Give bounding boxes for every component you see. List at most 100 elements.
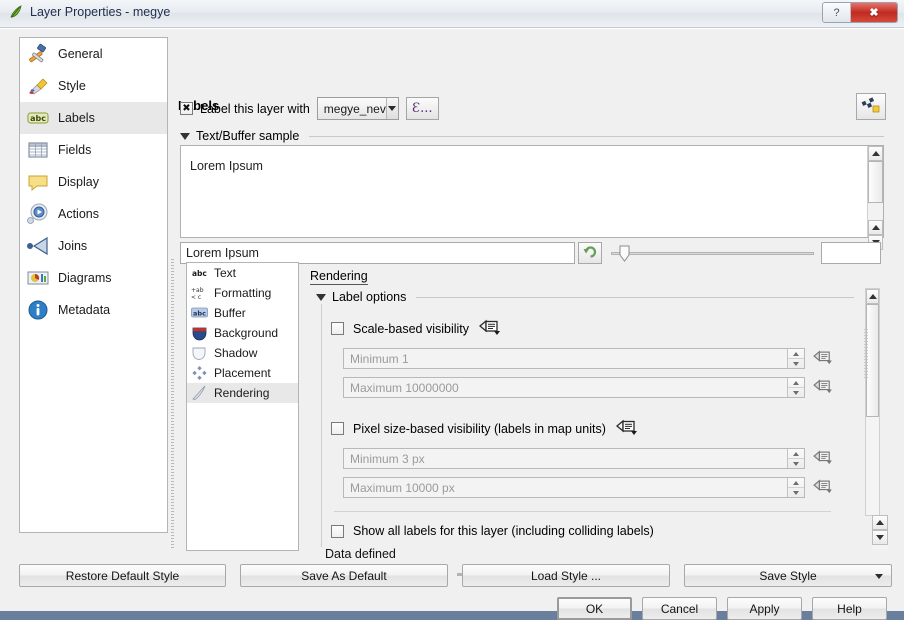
spin-up-button[interactable]	[788, 378, 804, 388]
sidebar-label: Metadata	[58, 303, 111, 317]
right-splitter-handle[interactable]	[864, 329, 868, 379]
sample-value-box[interactable]	[821, 242, 881, 264]
spinner-buttons[interactable]	[787, 449, 804, 468]
spin-down-button[interactable]	[788, 359, 804, 368]
scroll-up-button[interactable]	[866, 289, 879, 304]
pixel-size-visibility-checkbox[interactable]	[331, 422, 344, 435]
scrollbar-thumb[interactable]	[868, 161, 883, 203]
spin-up-button[interactable]	[788, 349, 804, 359]
hammer-icon	[26, 42, 50, 66]
spin-up-button[interactable]	[788, 478, 804, 488]
spin-down-button[interactable]	[788, 459, 804, 468]
data-defined-icon[interactable]	[812, 478, 834, 497]
chevron-down-icon[interactable]	[875, 574, 883, 579]
spinner-buttons[interactable]	[787, 349, 804, 368]
outer-scrollbar[interactable]	[872, 515, 888, 549]
tab-placement[interactable]: Placement	[187, 363, 298, 383]
spin-down-button[interactable]	[788, 488, 804, 497]
tab-label: Rendering	[214, 386, 270, 400]
spinner-buttons[interactable]	[787, 378, 804, 397]
scale-based-visibility-checkbox[interactable]	[331, 322, 344, 335]
show-all-labels-checkbox[interactable]	[331, 524, 344, 538]
pixel-minimum-placeholder: Minimum 3 px	[350, 451, 425, 466]
svg-text:abc: abc	[30, 114, 46, 123]
svg-text:< c: < c	[191, 294, 201, 301]
tab-background[interactable]: Background	[187, 323, 298, 343]
shield-icon	[191, 325, 208, 341]
save-style-button[interactable]: Save Style	[684, 564, 892, 587]
sidebar-item-general[interactable]: General	[20, 38, 167, 70]
data-defined-icon[interactable]	[812, 349, 834, 368]
tab-rendering[interactable]: Rendering	[187, 383, 298, 403]
help-button[interactable]: Help	[812, 597, 887, 620]
spin-up-button[interactable]	[788, 449, 804, 459]
tab-formatting[interactable]: +ab < c Formatting	[187, 283, 298, 303]
apply-button[interactable]: Apply	[727, 597, 802, 620]
slider-groove	[611, 252, 814, 255]
tab-text[interactable]: abc Text	[187, 263, 298, 283]
label-this-layer-checkbox[interactable]	[180, 102, 193, 115]
label-field-combo[interactable]: megye_nev	[316, 97, 399, 120]
svg-text:abc: abc	[193, 310, 206, 318]
spin-down-button[interactable]	[788, 388, 804, 397]
placement-icon	[191, 365, 208, 381]
sidebar-item-fields[interactable]: Fields	[20, 134, 167, 166]
sample-scale-slider[interactable]	[611, 242, 814, 264]
scroll-down-button[interactable]	[872, 530, 888, 545]
data-defined-icon[interactable]	[812, 378, 834, 397]
scroll-up-button-2[interactable]	[868, 220, 883, 235]
abc-text-icon: abc	[191, 265, 208, 281]
arrow-left-join-icon	[26, 234, 50, 258]
tab-buffer[interactable]: abc Buffer	[187, 303, 298, 323]
label-options-group-header[interactable]: Label options	[316, 290, 854, 304]
ok-button[interactable]: OK	[557, 597, 632, 620]
save-as-default-button[interactable]: Save As Default	[240, 564, 448, 587]
revert-sample-button[interactable]	[578, 242, 602, 264]
scroll-up-button[interactable]	[872, 515, 888, 530]
sidebar-item-display[interactable]: Display	[20, 166, 167, 198]
revert-arrow-icon	[583, 245, 598, 262]
cancel-button[interactable]: Cancel	[642, 597, 717, 620]
pixel-size-visibility-label: Pixel size-based visibility (labels in m…	[353, 421, 606, 436]
data-defined-icon[interactable]	[812, 449, 834, 468]
expression-button[interactable]: Ɛ...	[405, 97, 439, 120]
scale-maximum-input[interactable]: Maximum 10000000	[343, 377, 805, 398]
sidebar-item-joins[interactable]: Joins	[20, 230, 167, 262]
sample-text-input[interactable]: Lorem Ipsum	[180, 242, 575, 264]
preview-scrollbar[interactable]	[867, 146, 883, 250]
rendering-scrollbar[interactable]	[865, 288, 880, 516]
table-icon	[26, 138, 50, 162]
text-buffer-preview[interactable]: Lorem Ipsum	[180, 145, 884, 250]
pixel-visibility-row: Pixel size-based visibility (labels in m…	[331, 418, 853, 439]
scrollbar-track[interactable]	[868, 203, 883, 220]
help-window-button[interactable]: ?	[823, 3, 851, 22]
text-buffer-sample-group-header[interactable]: Text/Buffer sample	[180, 129, 884, 143]
sidebar-item-metadata[interactable]: Metadata	[20, 294, 167, 326]
scroll-up-button[interactable]	[868, 146, 883, 161]
chevron-down-icon	[316, 293, 326, 301]
divider	[309, 135, 884, 137]
data-defined-icon[interactable]	[615, 418, 639, 439]
save-style-label: Save Style	[759, 568, 817, 583]
data-defined-icon[interactable]	[478, 318, 502, 339]
restore-default-style-button[interactable]: Restore Default Style	[19, 564, 226, 587]
spinner-buttons[interactable]	[787, 478, 804, 497]
tab-shadow[interactable]: Shadow	[187, 343, 298, 363]
style-buttons-row: Restore Default Style Save As Default Lo…	[19, 564, 892, 587]
sidebar-label: Labels	[58, 111, 95, 125]
sidebar-item-actions[interactable]: Actions	[20, 198, 167, 230]
sidebar-label: General	[58, 47, 103, 61]
pixel-minimum-input[interactable]: Minimum 3 px	[343, 448, 805, 469]
gear-play-icon	[26, 202, 50, 226]
label-settings-button[interactable]	[856, 93, 886, 120]
close-window-button[interactable]: ✖	[851, 3, 897, 22]
slider-handle[interactable]	[619, 245, 630, 262]
pixel-maximum-input[interactable]: Maximum 10000 px	[343, 477, 805, 498]
rendering-title: Rendering	[310, 269, 368, 285]
sidebar-item-labels[interactable]: abc Labels	[20, 102, 167, 134]
sidebar-item-style[interactable]: Style	[20, 70, 167, 102]
scale-minimum-input[interactable]: Minimum 1	[343, 348, 805, 369]
load-style-button[interactable]: Load Style ...	[462, 564, 670, 587]
tab-label: Placement	[214, 366, 271, 380]
sidebar-item-diagrams[interactable]: Diagrams	[20, 262, 167, 294]
